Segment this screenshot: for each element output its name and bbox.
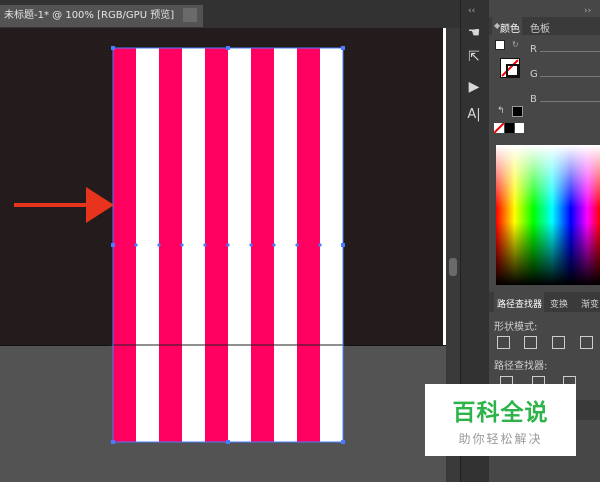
anchor-point bbox=[157, 243, 161, 247]
stripe bbox=[297, 48, 320, 442]
document-tab[interactable]: 未标题-1* @ 100% [RGB/GPU 预览] bbox=[0, 5, 204, 27]
channel-b-slider[interactable] bbox=[540, 101, 600, 102]
anchor-point bbox=[249, 243, 253, 247]
hand-tool-icon[interactable]: ☚ bbox=[463, 22, 485, 44]
panel-footer bbox=[576, 400, 600, 420]
selection-handle[interactable] bbox=[226, 440, 230, 444]
tab-transform-label[interactable]: 变换 bbox=[550, 297, 568, 310]
anchor-point bbox=[341, 243, 345, 247]
collapse-panel-icon[interactable]: ›› bbox=[584, 6, 591, 16]
selection-handle[interactable] bbox=[111, 46, 115, 50]
tab-pathfinder-label: 路径查找器 bbox=[497, 300, 543, 310]
anchor-point bbox=[203, 243, 207, 247]
black-swatch[interactable] bbox=[505, 123, 514, 133]
channel-r-slider[interactable] bbox=[540, 51, 600, 52]
selection-handle[interactable] bbox=[226, 46, 230, 50]
tab-gradient-label[interactable]: 渐变 bbox=[581, 297, 599, 310]
play-icon[interactable]: ▶ bbox=[463, 76, 485, 98]
type-tool-icon[interactable]: A| bbox=[463, 104, 485, 126]
watermark-subtitle: 助你轻松解决 bbox=[458, 432, 543, 446]
close-icon[interactable] bbox=[183, 8, 198, 22]
pathfinders-label: 路径查找器: bbox=[494, 361, 548, 372]
tab-swatches-label[interactable]: 色板 bbox=[530, 20, 550, 35]
tab-color-label: 颜色 bbox=[500, 24, 520, 35]
selection-handle[interactable] bbox=[111, 440, 115, 444]
shape-modes-label: 形状模式: bbox=[494, 322, 538, 333]
minus-front-icon[interactable] bbox=[524, 336, 537, 349]
channel-b-label: B bbox=[530, 94, 537, 105]
exclude-icon[interactable] bbox=[580, 336, 593, 349]
anchor-point bbox=[134, 243, 138, 247]
channel-g-slider[interactable] bbox=[540, 76, 600, 77]
export-icon[interactable]: ⇱ bbox=[463, 46, 485, 68]
watermark-title: 百科全说 bbox=[452, 400, 549, 426]
white-swatch[interactable] bbox=[515, 123, 524, 133]
out-of-gamut-icon[interactable]: ↰ bbox=[497, 106, 505, 116]
scrollbar-thumb[interactable] bbox=[449, 258, 457, 276]
color-tab-icon: ◆ bbox=[494, 21, 501, 30]
arrow-icon bbox=[86, 187, 114, 223]
default-colors-icon[interactable] bbox=[495, 40, 505, 50]
document-tab-title: 未标题-1* @ 100% [RGB/GPU 预览] bbox=[4, 10, 175, 21]
stripe bbox=[205, 48, 228, 442]
stripe bbox=[251, 48, 274, 442]
color-spectrum[interactable] bbox=[496, 145, 600, 285]
stroke-swatch[interactable] bbox=[506, 64, 519, 77]
intersect-icon[interactable] bbox=[552, 336, 565, 349]
anchor-point bbox=[295, 243, 299, 247]
swap-colors-icon[interactable]: ↻ bbox=[512, 40, 519, 49]
none-color-icon[interactable] bbox=[494, 123, 504, 133]
channel-g-label: G bbox=[530, 69, 538, 80]
arrow-shaft bbox=[14, 203, 90, 207]
selection-handle[interactable] bbox=[341, 46, 345, 50]
anchor-point bbox=[180, 243, 184, 247]
anchor-point bbox=[318, 243, 322, 247]
anchor-point bbox=[111, 243, 115, 247]
selection-handle[interactable] bbox=[341, 440, 345, 444]
cube-swatch[interactable] bbox=[512, 106, 523, 117]
channel-r-label: R bbox=[530, 44, 537, 55]
stripe bbox=[113, 48, 136, 442]
collapse-icon[interactable]: ‹‹ bbox=[468, 6, 475, 16]
anchor-point bbox=[272, 243, 276, 247]
anchor-point bbox=[226, 243, 230, 247]
striped-artwork[interactable] bbox=[108, 44, 348, 446]
unite-icon[interactable] bbox=[497, 336, 510, 349]
stripe bbox=[159, 48, 182, 442]
